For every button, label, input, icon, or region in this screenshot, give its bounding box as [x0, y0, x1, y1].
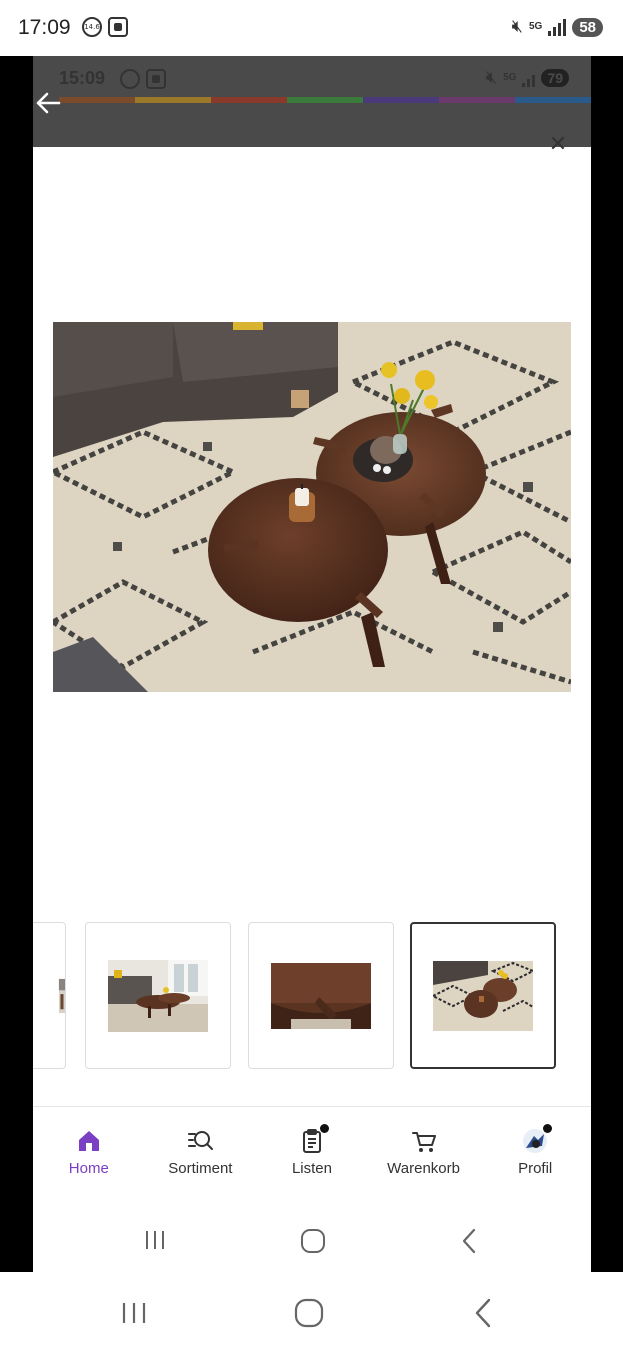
inner-data-icon: [120, 69, 140, 89]
signal-icon: [548, 18, 567, 36]
profile-avatar-icon: [522, 1124, 553, 1154]
screenshot-icon: [108, 17, 128, 37]
profil-badge: [543, 1124, 553, 1133]
inner-back-button-icon[interactable]: [461, 1228, 477, 1259]
inner-recent-apps-icon[interactable]: [143, 1229, 167, 1256]
nav-label-sortiment: Sortiment: [168, 1160, 233, 1177]
inner-status-time: 15:09: [59, 68, 106, 88]
listen-badge: [319, 1124, 329, 1133]
thumbnail-partial[interactable]: [33, 922, 66, 1069]
right-black-bar: [591, 56, 623, 1272]
bottom-navigation: Home Sortiment Listen Warenkorb Profil: [33, 1107, 591, 1187]
thumbnail-living-room[interactable]: [85, 922, 231, 1069]
nav-label-home: Home: [68, 1160, 109, 1177]
color-strip: [59, 97, 591, 103]
battery-indicator: 58: [572, 17, 603, 37]
cart-icon: [411, 1128, 437, 1154]
gallery-header: 15:09 🔇︎ 5G 79: [33, 56, 591, 147]
search-list-icon: [187, 1128, 214, 1154]
data-usage-icon: 14.6: [82, 17, 102, 37]
inner-battery-indicator: 79: [541, 69, 569, 87]
recent-apps-icon[interactable]: [120, 1301, 148, 1330]
nav-label-warenkorb: Warenkorb: [387, 1160, 460, 1177]
status-bar: 17:09 14.6 🔇︎ 5G 58: [0, 0, 623, 56]
inner-screenshot-icon: [146, 69, 166, 89]
product-gallery-screen: 15:09 🔇︎ 5G 79 ✕ Home Sortiment Listen W…: [33, 56, 591, 1272]
back-arrow-icon[interactable]: [33, 89, 63, 117]
inner-home-button-icon[interactable]: [300, 1228, 326, 1259]
inner-network-icon: 5G: [503, 72, 517, 83]
nav-item-sortiment[interactable]: Sortiment: [145, 1107, 257, 1187]
clipboard-icon: [299, 1124, 329, 1154]
inner-system-navigation: [33, 1206, 591, 1272]
network-type-icon: 5G: [528, 21, 543, 32]
product-main-image[interactable]: [47, 322, 573, 692]
home-icon: [76, 1128, 102, 1154]
nav-item-listen[interactable]: Listen: [256, 1107, 368, 1187]
nav-item-profil[interactable]: Profil: [479, 1107, 591, 1187]
inner-signal-icon: [522, 69, 536, 87]
close-icon[interactable]: ✕: [545, 132, 571, 158]
nav-label-profil: Profil: [518, 1160, 553, 1177]
left-black-bar: [0, 56, 33, 1272]
nav-label-listen: Listen: [291, 1160, 332, 1177]
nav-item-warenkorb[interactable]: Warenkorb: [368, 1107, 480, 1187]
home-button-icon[interactable]: [294, 1298, 324, 1333]
system-navigation-bar: [0, 1272, 623, 1350]
thumbnail-table-closeup[interactable]: [248, 922, 394, 1069]
mute-icon: 🔇︎: [511, 16, 523, 37]
back-button-icon[interactable]: [473, 1298, 493, 1333]
phone-screen: 17:09 14.6 🔇︎ 5G 58 15:09 🔇︎ 5G 79 ✕ Hom…: [0, 0, 623, 1350]
inner-mute-icon: 🔇︎: [485, 67, 498, 88]
status-time: 17:09: [18, 16, 71, 39]
thumbnail-top-view[interactable]: [410, 922, 556, 1069]
nav-item-home[interactable]: Home: [33, 1107, 145, 1187]
